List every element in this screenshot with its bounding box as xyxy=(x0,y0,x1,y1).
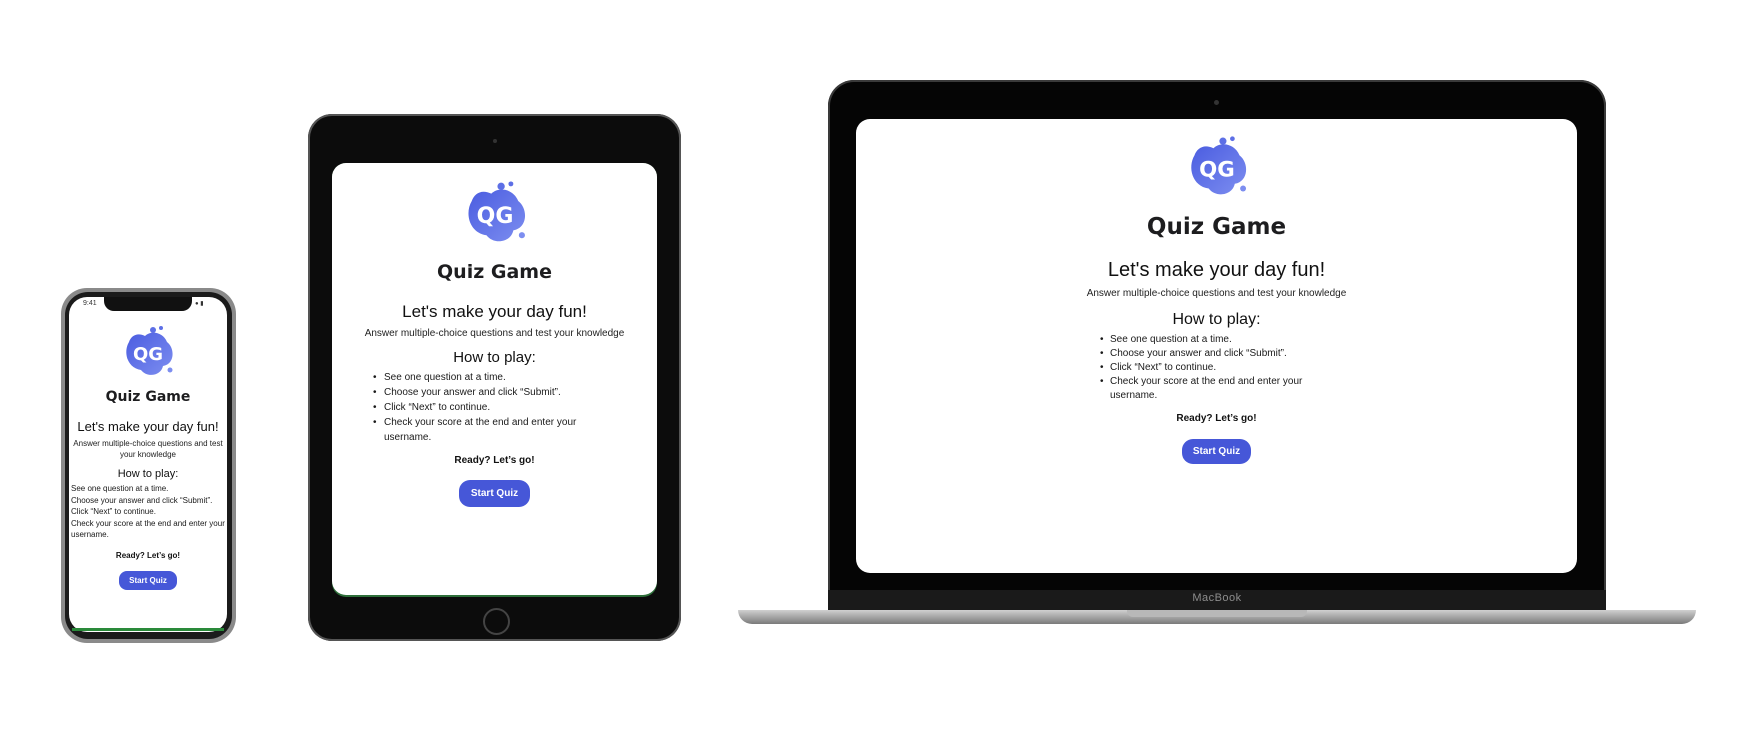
phone-bottom-strip xyxy=(72,628,224,631)
svg-text:QG: QG xyxy=(133,344,163,365)
subtitle: Answer multiple-choice questions and tes… xyxy=(1086,288,1347,299)
list-item: Choose your answer and click “Submit”. xyxy=(71,495,213,505)
list-item: Check your score at the end and enter yo… xyxy=(372,415,617,445)
list-item: Check your score at the end and enter yo… xyxy=(71,518,225,540)
laptop-screen: QG Quiz Game Let's make your day fun! An… xyxy=(856,119,1577,573)
list-item: Click “Next” to continue. xyxy=(372,400,617,415)
svg-text:QG: QG xyxy=(1199,158,1235,183)
phone-screen: QG Quiz Game Let's make your day fun! An… xyxy=(69,297,227,632)
how-to-heading: How to play: xyxy=(117,468,179,480)
start-quiz-button[interactable]: Start Quiz xyxy=(119,570,177,590)
tablet-camera-icon xyxy=(493,139,497,143)
page-title: Quiz Game xyxy=(1146,214,1287,240)
list-item: Click “Next” to continue. xyxy=(1100,361,1333,375)
phone-notch xyxy=(104,297,192,311)
laptop-brand-label: MacBook xyxy=(1192,592,1242,604)
laptop-base-notch xyxy=(1127,610,1307,617)
start-quiz-button[interactable]: Start Quiz xyxy=(1181,439,1252,464)
page-title: Quiz Game xyxy=(437,261,552,283)
start-quiz-button[interactable]: Start Quiz xyxy=(458,480,531,507)
list-item: Check your score at the end and enter yo… xyxy=(1100,375,1333,403)
home-button[interactable] xyxy=(483,608,510,635)
list-item: Choose your answer and click “Submit”. xyxy=(1100,347,1333,361)
list-item: Choose your answer and click “Submit”. xyxy=(372,385,617,400)
ready-text: Ready? Let’s go! xyxy=(115,550,181,560)
headline: Let's make your day fun! xyxy=(402,302,587,321)
ready-text: Ready? Let’s go! xyxy=(1176,413,1257,424)
how-to-heading: How to play: xyxy=(453,349,536,366)
svg-text:QG: QG xyxy=(476,204,513,229)
steps-list: See one question at a time. Choose your … xyxy=(69,483,227,541)
quiz-logo-icon: QG xyxy=(332,179,657,245)
list-item: Click “Next” to continue. xyxy=(71,507,156,516)
quiz-logo-icon: QG xyxy=(69,324,227,378)
quiz-logo-icon: QG xyxy=(856,134,1577,198)
subtitle: Answer multiple-choice questions and tes… xyxy=(364,328,625,339)
tablet-screen: QG Quiz Game Let's make your day fun! An… xyxy=(332,163,657,595)
headline: Let's make your day fun! xyxy=(77,419,219,434)
subtitle: Answer multiple-choice questions and tes… xyxy=(73,439,223,459)
ready-text: Ready? Let’s go! xyxy=(454,455,535,466)
status-time: 9:41 xyxy=(83,300,97,307)
list-item: See one question at a time. xyxy=(372,370,617,385)
steps-list: See one question at a time. Choose your … xyxy=(372,370,617,445)
steps-list: See one question at a time. Choose your … xyxy=(1100,333,1333,403)
status-icons: ● ▮ xyxy=(195,301,204,307)
list-item: See one question at a time. xyxy=(1100,333,1333,347)
list-item: See one question at a time. xyxy=(71,484,169,493)
how-to-heading: How to play: xyxy=(1172,311,1261,328)
laptop-camera-icon xyxy=(1214,100,1219,105)
headline: Let's make your day fun! xyxy=(1107,259,1326,281)
page-title: Quiz Game xyxy=(105,389,191,405)
